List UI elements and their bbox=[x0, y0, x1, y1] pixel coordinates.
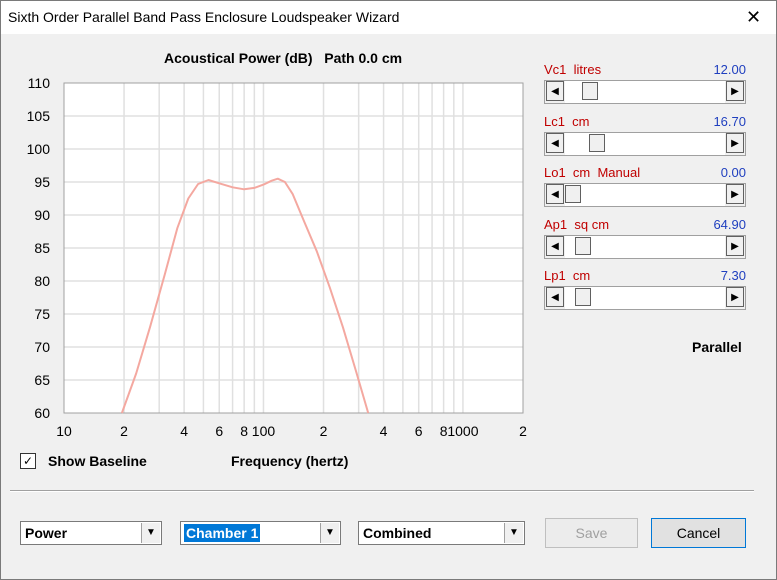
chevron-right-icon[interactable]: ▶ bbox=[726, 133, 744, 153]
chamber-dropdown-value: Chamber 1 bbox=[184, 524, 261, 542]
y-tick-label: 90 bbox=[34, 207, 50, 223]
param-value: 7.30 bbox=[720, 268, 746, 283]
separator bbox=[10, 490, 754, 492]
power-dropdown-value: Power bbox=[25, 525, 68, 541]
x-tick-label: 100 bbox=[252, 423, 276, 439]
scroll-track[interactable] bbox=[565, 287, 725, 309]
chevron-left-icon[interactable]: ◀ bbox=[546, 184, 564, 204]
param-scrollbar[interactable]: ◀ ▶ bbox=[544, 80, 746, 104]
x-tick-label: 1000 bbox=[447, 423, 478, 439]
scroll-thumb[interactable] bbox=[575, 237, 591, 255]
mode-label: Parallel bbox=[692, 339, 742, 355]
param-value: 16.70 bbox=[713, 114, 746, 129]
checkmark-icon: ✓ bbox=[22, 454, 34, 468]
x-tick-label: 4 bbox=[380, 423, 388, 439]
param-value: 0.00 bbox=[720, 165, 746, 180]
param-label: Ap1 sq cm bbox=[544, 217, 610, 232]
x-tick-label: 8 bbox=[240, 423, 248, 439]
y-tick-label: 60 bbox=[34, 405, 50, 421]
chevron-left-icon[interactable]: ◀ bbox=[546, 81, 564, 101]
param-label: Lp1 cm bbox=[544, 268, 591, 283]
param-scrollbar[interactable]: ◀ ▶ bbox=[544, 132, 746, 156]
x-tick-label: 2 bbox=[519, 423, 527, 439]
chevron-right-icon[interactable]: ▶ bbox=[726, 81, 744, 101]
scroll-track[interactable] bbox=[565, 133, 725, 155]
x-axis-label: Frequency (hertz) bbox=[231, 453, 349, 469]
show-baseline-label[interactable]: Show Baseline bbox=[48, 453, 147, 469]
power-dropdown[interactable]: Power ▼ bbox=[20, 521, 162, 545]
x-tick-label: 2 bbox=[320, 423, 328, 439]
chevron-down-icon[interactable]: ▼ bbox=[320, 523, 339, 543]
chevron-left-icon[interactable]: ◀ bbox=[546, 236, 564, 256]
scroll-thumb[interactable] bbox=[589, 134, 605, 152]
y-tick-label: 65 bbox=[34, 372, 50, 388]
chevron-right-icon[interactable]: ▶ bbox=[726, 184, 744, 204]
scroll-thumb[interactable] bbox=[565, 185, 581, 203]
param-scrollbar[interactable]: ◀ ▶ bbox=[544, 286, 746, 310]
combined-dropdown-value: Combined bbox=[363, 525, 432, 541]
scroll-track[interactable] bbox=[565, 184, 725, 206]
chevron-left-icon[interactable]: ◀ bbox=[546, 287, 564, 307]
y-tick-label: 105 bbox=[27, 108, 51, 124]
y-tick-label: 85 bbox=[34, 240, 50, 256]
cancel-button[interactable]: Cancel bbox=[651, 518, 746, 548]
param-label: Lo1 cm Manual bbox=[544, 165, 641, 180]
x-tick-label: 6 bbox=[415, 423, 423, 439]
show-baseline-checkbox[interactable]: ✓ bbox=[20, 453, 36, 469]
y-tick-label: 80 bbox=[34, 273, 50, 289]
save-button[interactable]: Save bbox=[545, 518, 638, 548]
param-scrollbar[interactable]: ◀ ▶ bbox=[544, 235, 746, 259]
param-scrollbar[interactable]: ◀ ▶ bbox=[544, 183, 746, 207]
chevron-right-icon[interactable]: ▶ bbox=[726, 287, 744, 307]
param-label: Lc1 cm bbox=[544, 114, 590, 129]
chevron-right-icon[interactable]: ▶ bbox=[726, 236, 744, 256]
combined-dropdown[interactable]: Combined ▼ bbox=[358, 521, 525, 545]
y-tick-label: 100 bbox=[27, 141, 51, 157]
scroll-thumb[interactable] bbox=[575, 288, 591, 306]
chevron-down-icon[interactable]: ▼ bbox=[504, 523, 523, 543]
y-tick-label: 95 bbox=[34, 174, 50, 190]
x-tick-label: 10 bbox=[56, 423, 72, 439]
param-value: 12.00 bbox=[713, 62, 746, 77]
y-tick-label: 75 bbox=[34, 306, 50, 322]
y-tick-label: 70 bbox=[34, 339, 50, 355]
x-tick-label: 6 bbox=[215, 423, 223, 439]
y-tick-label: 110 bbox=[28, 75, 51, 91]
param-value: 64.90 bbox=[713, 217, 746, 232]
x-tick-label: 4 bbox=[180, 423, 188, 439]
param-label: Vc1 litres bbox=[544, 62, 602, 77]
scroll-thumb[interactable] bbox=[582, 82, 598, 100]
x-tick-label: 2 bbox=[120, 423, 128, 439]
scroll-track[interactable] bbox=[565, 81, 725, 103]
chamber-dropdown[interactable]: Chamber 1 ▼ bbox=[180, 521, 341, 545]
chevron-down-icon[interactable]: ▼ bbox=[141, 523, 160, 543]
chevron-left-icon[interactable]: ◀ bbox=[546, 133, 564, 153]
scroll-track[interactable] bbox=[565, 236, 725, 258]
